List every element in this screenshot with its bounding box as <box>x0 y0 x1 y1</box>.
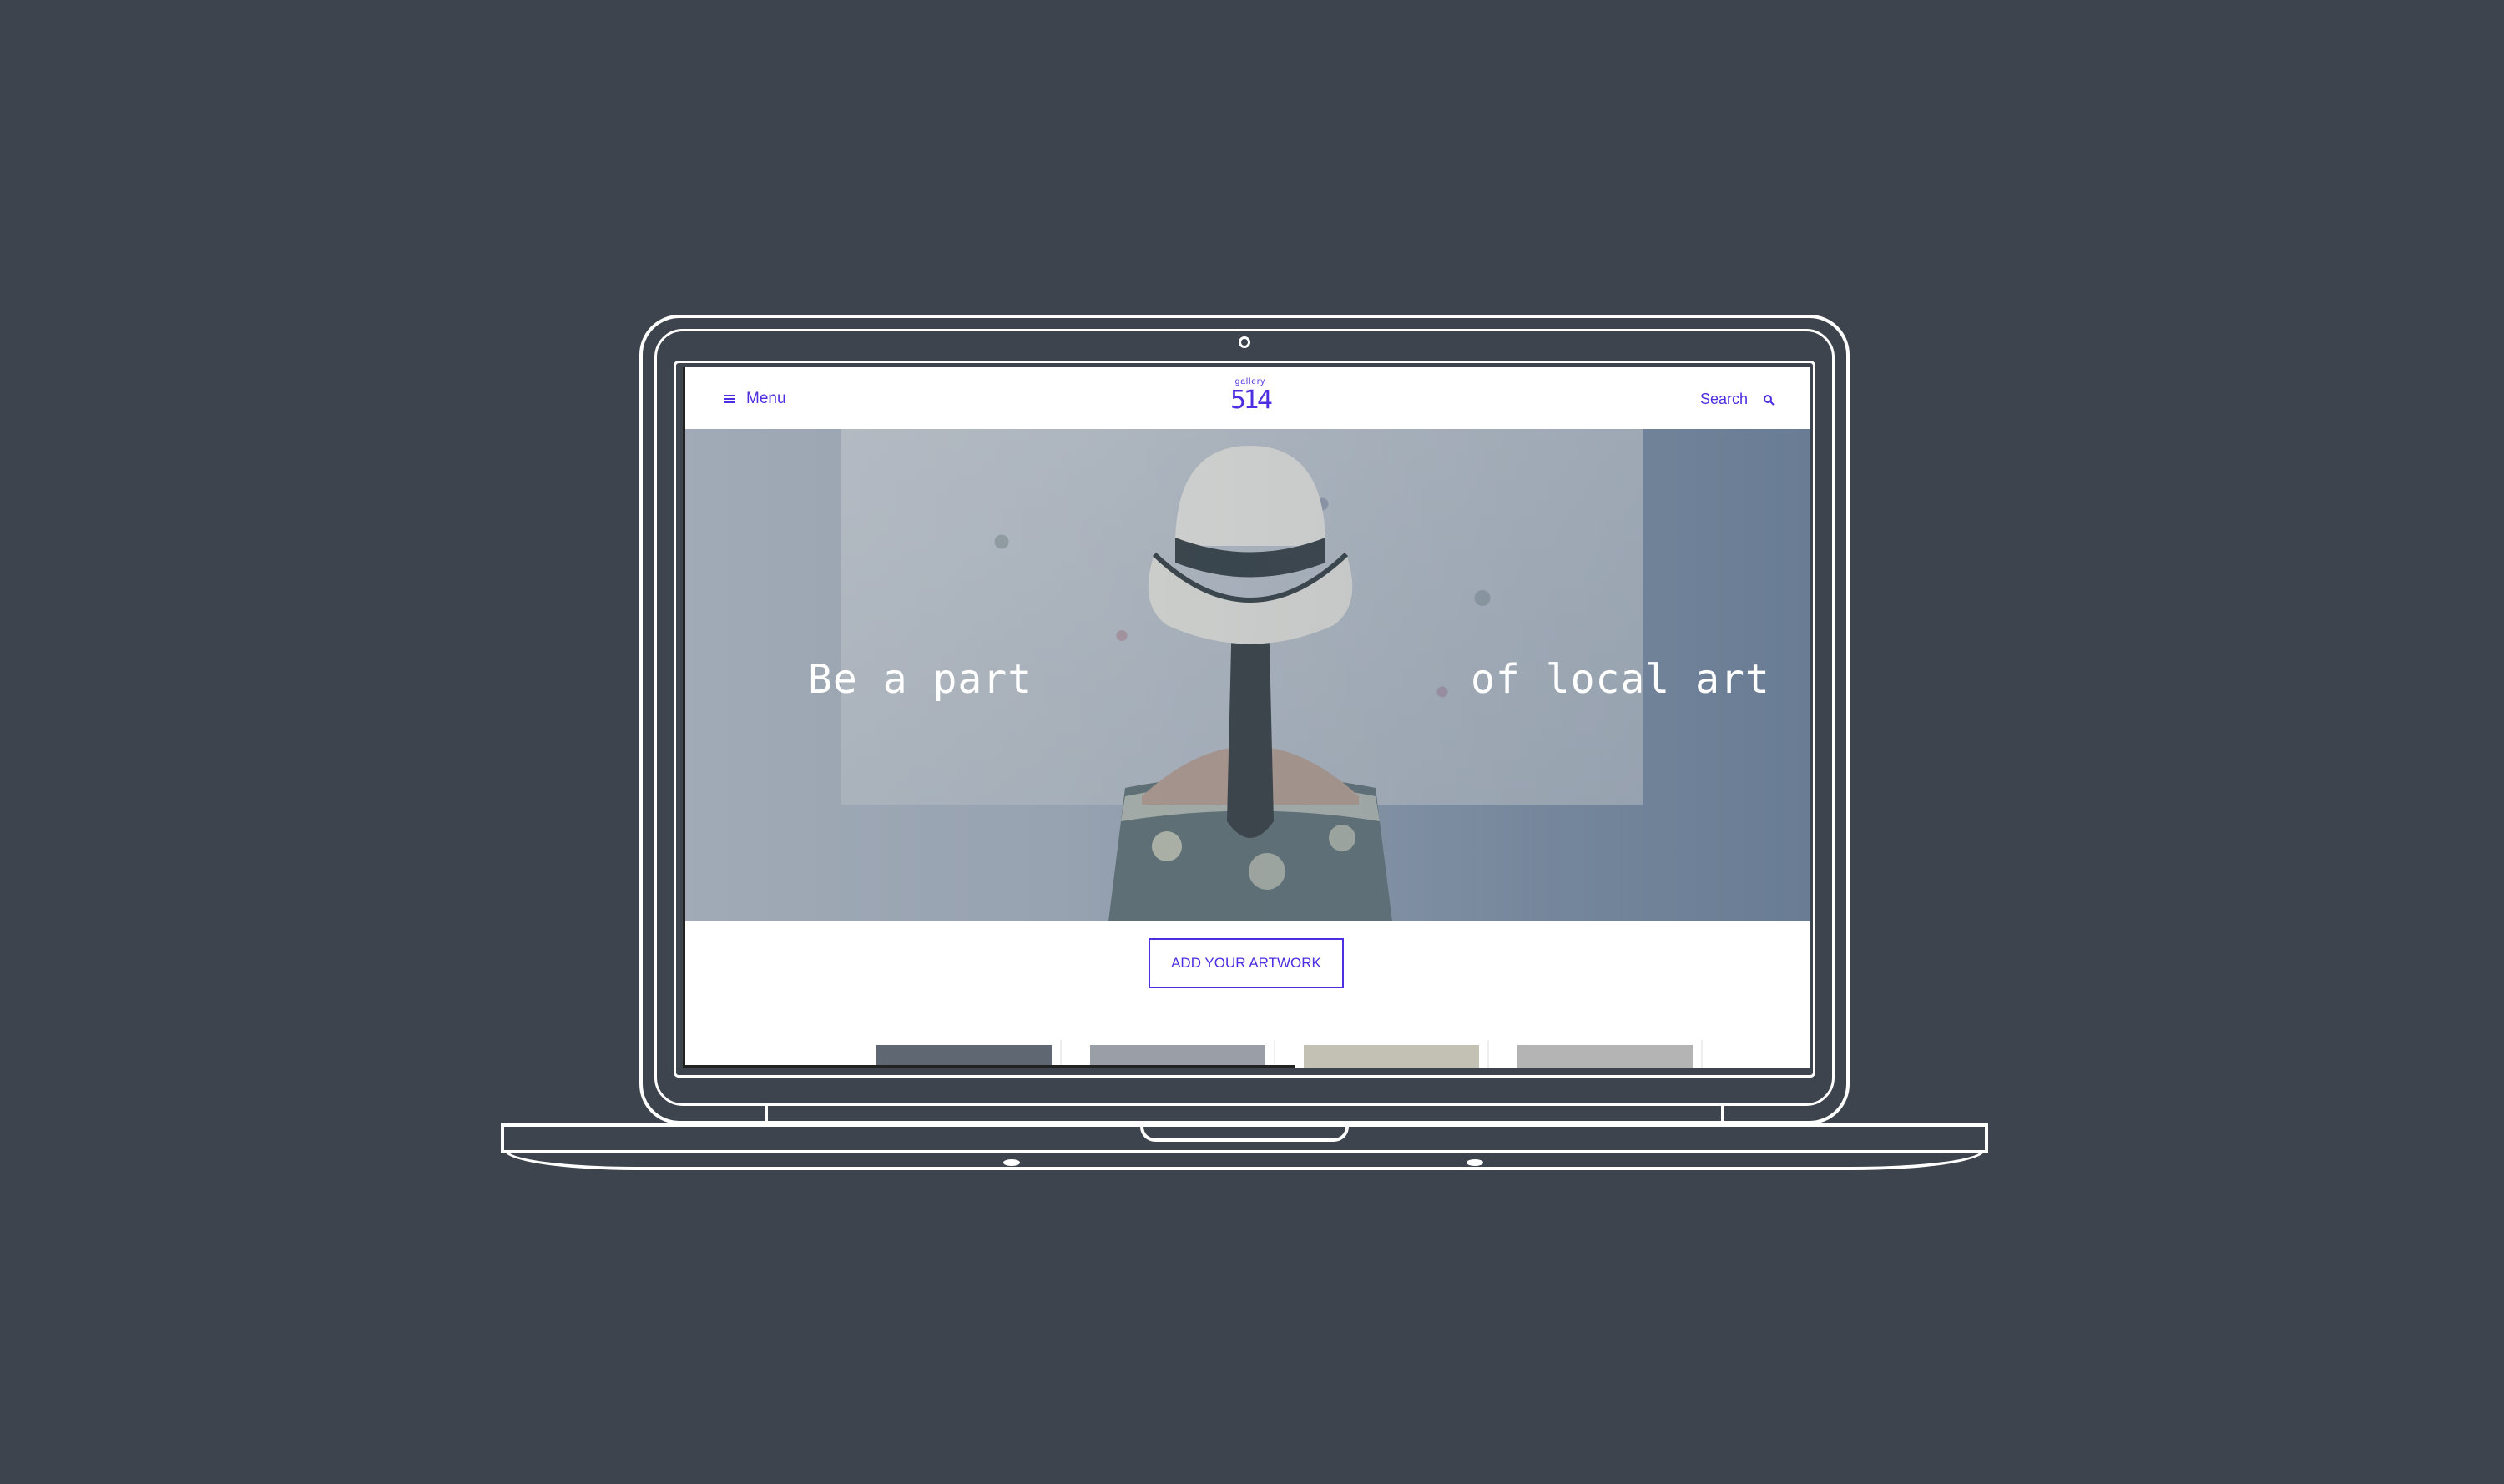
top-navbar: Menu gallery 514 Search <box>683 367 1810 429</box>
search-button[interactable]: Search <box>1700 391 1775 408</box>
thumb-divider <box>1487 1040 1489 1068</box>
thumb-divider <box>1060 1040 1062 1068</box>
hamburger-icon <box>724 395 735 403</box>
laptop-foot-right <box>1467 1159 1483 1166</box>
website-page: Menu gallery 514 Search Be a part of loc… <box>683 367 1810 1068</box>
hero-headline-right: of local art <box>1471 656 1770 703</box>
menu-button[interactable]: Menu <box>724 389 786 409</box>
add-artwork-button[interactable]: ADD YOUR ARTWORK <box>1149 938 1344 988</box>
screen-bottom-edge <box>683 1065 1295 1068</box>
webcam-icon <box>1239 336 1250 348</box>
laptop-notch <box>1140 1123 1349 1142</box>
menu-label: Menu <box>746 390 786 407</box>
laptop-base-front <box>504 1150 1985 1170</box>
website-screen: Menu gallery 514 Search Be a part of loc… <box>683 367 1810 1068</box>
thumb-divider <box>1701 1040 1703 1068</box>
mockup-stage: Menu gallery 514 Search Be a part of loc… <box>0 0 2504 1484</box>
hero-headline-left: Be a part <box>808 656 1033 703</box>
site-logo[interactable]: gallery 514 <box>1225 378 1275 420</box>
artwork-thumbnails <box>683 1040 1810 1068</box>
hero-banner: Be a part of local art <box>683 429 1810 921</box>
logo-number: 514 <box>1229 386 1273 415</box>
artwork-thumb-3[interactable] <box>1304 1045 1479 1068</box>
laptop-foot-left <box>1003 1159 1020 1166</box>
search-label: Search <box>1699 391 1748 407</box>
laptop-hinge <box>765 1105 1724 1125</box>
screen-left-edge <box>683 367 685 1068</box>
thumb-divider <box>1274 1040 1275 1068</box>
artwork-thumb-4[interactable] <box>1517 1045 1693 1068</box>
search-icon <box>1764 394 1775 406</box>
